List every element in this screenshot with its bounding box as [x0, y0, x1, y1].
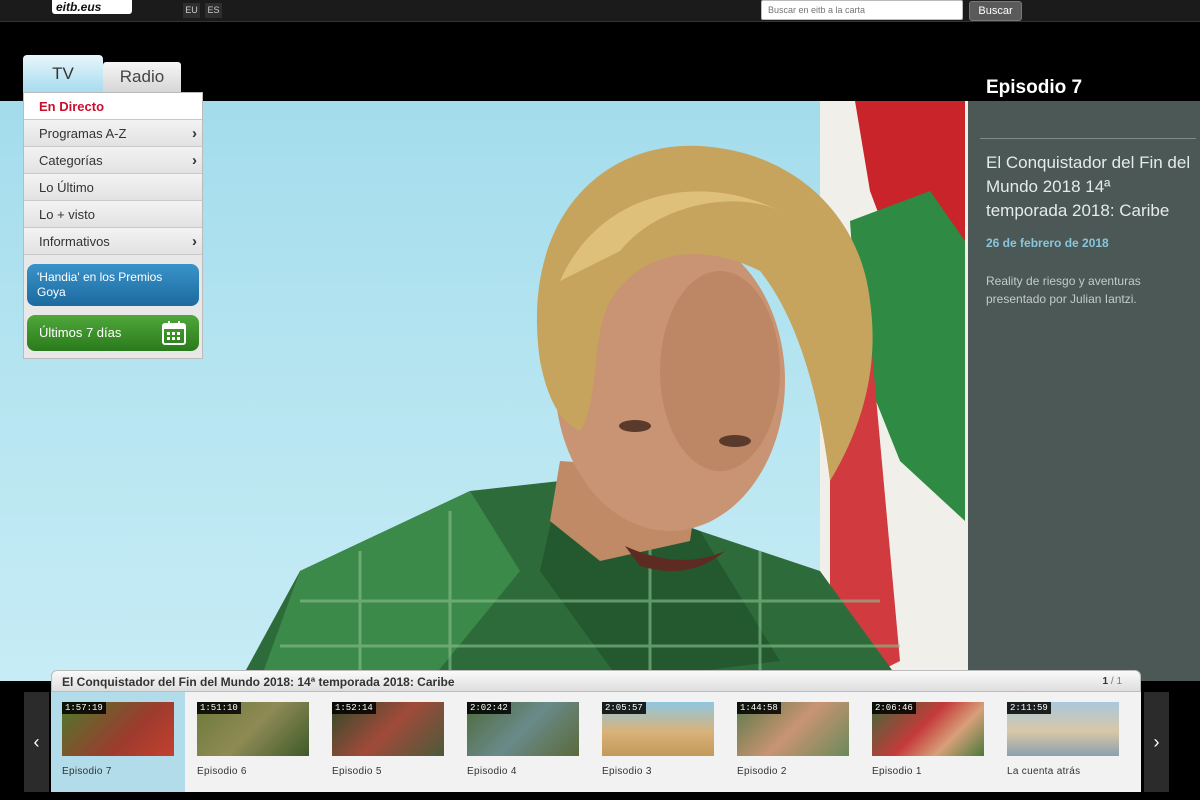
menu-item-lo-ultimo[interactable]: Lo Último: [24, 174, 202, 201]
thumb-label: Episodio 5: [332, 766, 382, 777]
tab-radio[interactable]: Radio: [103, 62, 181, 92]
thumbnail-image: 1:44:58: [737, 702, 849, 756]
thumb-duration: 2:11:59: [1007, 702, 1051, 714]
chevron-right-icon: ›: [192, 233, 197, 250]
thumb-label: Episodio 3: [602, 766, 652, 777]
top-bar: eitb.eus EU ES Buscar: [0, 0, 1200, 22]
thumb-label: Episodio 2: [737, 766, 787, 777]
eitb-logo[interactable]: eitb.eus: [52, 0, 132, 14]
thumb-label: Episodio 7: [62, 766, 112, 777]
thumbnail-image: 1:52:14: [332, 702, 444, 756]
menu-item-en-directo[interactable]: En Directo: [24, 93, 202, 120]
show-title: El Conquistador del Fin del Mundo 2018 1…: [986, 153, 1191, 220]
menu-item-label: Informativos: [39, 234, 110, 249]
episode-title: Episodio 7: [986, 77, 1083, 98]
thumbnail-image: 1:57:19: [62, 702, 174, 756]
thumb-duration: 2:02:42: [467, 702, 511, 714]
menu-item-label: Lo + visto: [39, 207, 96, 222]
episode-thumb[interactable]: 2:05:57 Episodio 3: [591, 692, 725, 792]
menu-item-lo-mas-visto[interactable]: Lo + visto: [24, 201, 202, 228]
episode-thumb[interactable]: 2:02:42 Episodio 4: [456, 692, 590, 792]
episode-thumb[interactable]: 2:06:46 Episodio 1: [861, 692, 995, 792]
thumb-label: Episodio 4: [467, 766, 517, 777]
promo-goya-button[interactable]: 'Handia' en los Premios Goya: [27, 264, 199, 306]
info-divider: [980, 138, 1196, 139]
thumb-label: Episodio 6: [197, 766, 247, 777]
last-7-days-button[interactable]: Últimos 7 días: [27, 315, 199, 351]
menu-item-label: Lo Último: [39, 180, 94, 195]
carousel-next-button[interactable]: ›: [1144, 692, 1169, 792]
episode-thumb[interactable]: 1:51:10 Episodio 6: [186, 692, 320, 792]
thumbnail-image: 2:05:57: [602, 702, 714, 756]
thumbnail-image: 2:02:42: [467, 702, 579, 756]
carousel-header: El Conquistador del Fin del Mundo 2018: …: [51, 670, 1141, 692]
thumb-label: Episodio 1: [872, 766, 922, 777]
calendar-icon: [162, 321, 186, 345]
thumb-duration: 1:57:19: [62, 702, 106, 714]
thumb-duration: 1:44:58: [737, 702, 781, 714]
lang-es-button[interactable]: ES: [205, 3, 222, 18]
last-7-days-label: Últimos 7 días: [39, 325, 122, 340]
thumb-duration: 1:51:10: [197, 702, 241, 714]
thumbnail-image: 2:11:59: [1007, 702, 1119, 756]
carousel-title: El Conquistador del Fin del Mundo 2018: …: [62, 675, 455, 689]
menu-item-label: Programas A-Z: [39, 126, 127, 141]
thumb-duration: 1:52:14: [332, 702, 376, 714]
chevron-right-icon: ›: [192, 152, 197, 169]
thumb-duration: 2:06:46: [872, 702, 916, 714]
episode-thumb[interactable]: 1:44:58 Episodio 2: [726, 692, 860, 792]
menu-item-informativos[interactable]: Informativos ›: [24, 228, 202, 255]
search-button[interactable]: Buscar: [969, 1, 1022, 21]
menu-item-categorias[interactable]: Categorías ›: [24, 147, 202, 174]
chevron-right-icon: ›: [192, 125, 197, 142]
carousel-prev-button[interactable]: ‹: [24, 692, 49, 792]
thumbnail-image: 2:06:46: [872, 702, 984, 756]
sidebar-menu: En Directo Programas A-Z › Categorías › …: [23, 92, 203, 359]
menu-item-label: En Directo: [39, 99, 105, 114]
episode-date: 26 de febrero de 2018: [986, 236, 1109, 250]
episode-description: Reality de riesgo y aventuras presentado…: [986, 274, 1141, 306]
lang-eu-button[interactable]: EU: [183, 3, 200, 18]
search-input[interactable]: [761, 0, 963, 20]
tab-tv[interactable]: TV: [23, 55, 103, 99]
page-separator: /: [1110, 676, 1114, 687]
carousel-pagination: 1 / 1: [1103, 676, 1122, 687]
menu-item-programas[interactable]: Programas A-Z ›: [24, 120, 202, 147]
page: eitb.eus EU ES Buscar en eitb a la carta…: [0, 0, 1200, 800]
page-total: 1: [1116, 676, 1122, 687]
thumbnail-image: 1:51:10: [197, 702, 309, 756]
episode-thumb[interactable]: 2:11:59 La cuenta atrás: [996, 692, 1130, 792]
episode-thumb[interactable]: 1:52:14 Episodio 5: [321, 692, 455, 792]
episode-thumb[interactable]: 1:57:19 Episodio 7: [51, 692, 185, 792]
menu-item-label: Categorías: [39, 153, 103, 168]
thumb-label: La cuenta atrás: [1007, 766, 1081, 777]
thumb-duration: 2:05:57: [602, 702, 646, 714]
page-current: 1: [1102, 676, 1109, 687]
